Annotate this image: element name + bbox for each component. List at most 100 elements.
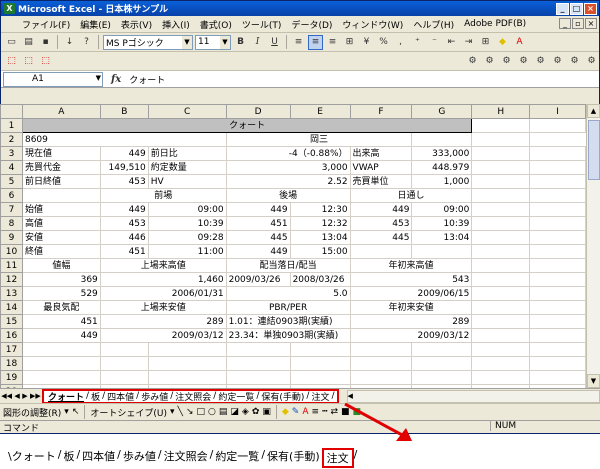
cell[interactable]: 449	[349, 202, 413, 217]
sheet-title-cell[interactable]: クォート	[21, 118, 473, 133]
new-icon[interactable]: ▭	[4, 35, 19, 50]
cell[interactable]: 配当落日/配当	[225, 258, 351, 273]
arrow-style-icon[interactable]: ⇄	[330, 407, 338, 417]
cell[interactable]: 約定数量	[147, 160, 227, 175]
cell[interactable]: 13:04	[289, 230, 351, 245]
underline-button[interactable]: U	[267, 35, 282, 50]
prev-sheet-icon[interactable]: ◀	[14, 392, 19, 400]
cell[interactable]	[471, 272, 531, 287]
font-color-icon[interactable]: A	[512, 35, 527, 50]
cell[interactable]: 449	[225, 244, 291, 259]
row-header[interactable]: 13	[0, 286, 23, 301]
cell-stock-code[interactable]: 8609	[21, 132, 227, 147]
cell[interactable]	[21, 188, 101, 203]
menu-adobe-pdf[interactable]: Adobe PDF(B)	[459, 19, 531, 29]
cell[interactable]	[471, 230, 531, 245]
cell[interactable]	[289, 342, 351, 357]
cell[interactable]	[471, 174, 531, 189]
cell[interactable]	[349, 370, 413, 385]
cell[interactable]	[529, 174, 586, 189]
cell[interactable]: 2009/03/12	[349, 328, 473, 343]
next-sheet-icon[interactable]: ▶	[22, 392, 27, 400]
cell[interactable]	[529, 370, 586, 385]
fill-color-icon[interactable]: ◆	[495, 35, 510, 50]
cell[interactable]	[471, 342, 531, 357]
cell[interactable]	[21, 342, 101, 357]
cell[interactable]: PBR/PER	[225, 300, 351, 315]
font-name-select[interactable]: MS Pゴシック ▼	[103, 34, 193, 50]
cell[interactable]: 終値	[21, 244, 101, 259]
cell[interactable]: 449	[21, 328, 101, 343]
cell[interactable]	[349, 356, 413, 371]
menu-insert[interactable]: 挿入(I)	[157, 18, 195, 31]
cell[interactable]	[471, 160, 531, 175]
indent-decrease-icon[interactable]: ⇤	[444, 35, 459, 50]
cell[interactable]: 5.0	[225, 286, 351, 301]
row-header[interactable]: 7	[0, 202, 23, 217]
close-button[interactable]: ×	[584, 2, 597, 15]
column-header[interactable]: A	[21, 104, 101, 119]
row-header[interactable]: 16	[0, 328, 23, 343]
clipart-icon[interactable]: ✿	[252, 407, 260, 417]
cell[interactable]	[411, 132, 473, 147]
cell[interactable]: 451	[225, 216, 291, 231]
cell[interactable]: 12:32	[289, 216, 351, 231]
fx-icon[interactable]: fx	[103, 74, 129, 85]
row-header[interactable]: 4	[0, 160, 23, 175]
picture-icon[interactable]: ▣	[262, 407, 271, 417]
cell[interactable]: 3,000	[225, 160, 351, 175]
cell[interactable]	[471, 216, 531, 231]
column-header[interactable]: E	[289, 104, 351, 119]
cell[interactable]: 543	[349, 272, 473, 287]
cell[interactable]: 1,460	[99, 272, 227, 287]
textbox-icon[interactable]: ▤	[219, 407, 228, 417]
save-icon[interactable]: ▪	[38, 35, 53, 50]
align-left-icon[interactable]: ≡	[291, 35, 306, 50]
cell[interactable]	[99, 370, 149, 385]
cell[interactable]: 445	[225, 230, 291, 245]
cell[interactable]: 13:04	[411, 230, 473, 245]
row-header[interactable]: 15	[0, 314, 23, 329]
cell[interactable]	[529, 300, 586, 315]
cell[interactable]: 2006/01/31	[99, 286, 227, 301]
menu-data[interactable]: データ(D)	[286, 18, 337, 31]
cell[interactable]: 2.52	[225, 174, 351, 189]
3d-icon[interactable]: ■	[353, 407, 362, 417]
cell[interactable]	[411, 342, 473, 357]
shadow-icon[interactable]: ■	[341, 407, 350, 417]
dash-style-icon[interactable]: ┅	[322, 407, 327, 417]
cell[interactable]	[349, 244, 413, 259]
cell[interactable]: 安値	[21, 230, 101, 245]
cell[interactable]: 451	[99, 244, 149, 259]
column-header[interactable]: D	[225, 104, 291, 119]
percent-button[interactable]: %	[376, 35, 391, 50]
cell[interactable]	[529, 188, 586, 203]
scroll-left-icon[interactable]: ◀	[348, 392, 353, 400]
row-header[interactable]: 5	[0, 174, 23, 189]
cell[interactable]	[471, 300, 531, 315]
cell[interactable]	[21, 370, 101, 385]
cell[interactable]: 2009/03/26	[225, 272, 291, 287]
cell[interactable]	[289, 356, 351, 371]
rectangle-icon[interactable]: □	[196, 407, 205, 417]
menu-file[interactable]: ファイル(F)	[17, 18, 75, 31]
cell[interactable]	[529, 160, 586, 175]
cell[interactable]: 値幅	[21, 258, 101, 273]
cell[interactable]: 前日終値	[21, 174, 101, 189]
cell[interactable]: 446	[99, 230, 149, 245]
cell[interactable]: 前日比	[147, 146, 227, 161]
cell[interactable]: 年初来安値	[349, 300, 473, 315]
cell[interactable]: 12:30	[289, 202, 351, 217]
menu-view[interactable]: 表示(V)	[116, 18, 157, 31]
cell[interactable]: 449	[225, 202, 291, 217]
trade-tool-icon[interactable]: ⚙	[465, 54, 480, 69]
cell[interactable]	[147, 342, 227, 357]
cell[interactable]	[529, 258, 586, 273]
tab-tick[interactable]: 歩み値	[139, 390, 170, 403]
cell[interactable]: 高値	[21, 216, 101, 231]
cell[interactable]	[471, 370, 531, 385]
cell[interactable]: 年初来高値	[349, 258, 473, 273]
comma-icon[interactable]: ,	[393, 35, 408, 50]
cell[interactable]	[471, 146, 531, 161]
cell-afternoon-session[interactable]: 後場	[225, 188, 351, 203]
